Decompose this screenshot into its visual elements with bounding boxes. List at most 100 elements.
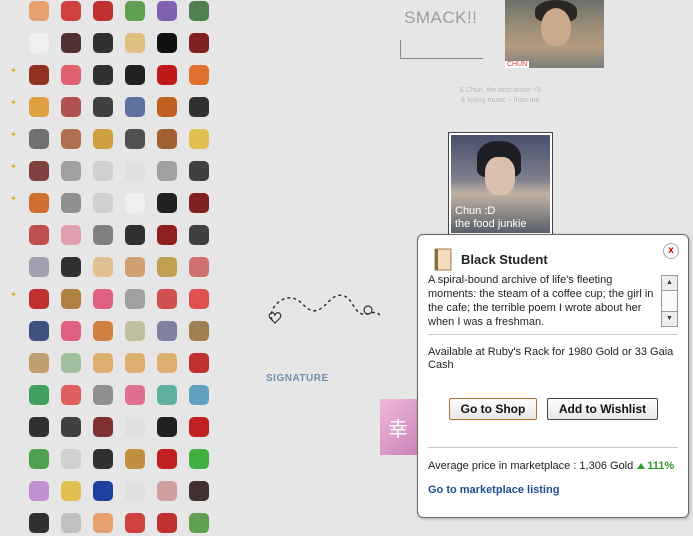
inventory-item[interactable] — [90, 62, 116, 88]
inventory-item[interactable] — [58, 30, 84, 56]
inventory-item[interactable] — [58, 446, 84, 472]
inventory-item[interactable] — [122, 318, 148, 344]
inventory-item[interactable] — [154, 510, 180, 536]
inventory-item[interactable] — [26, 158, 52, 184]
inventory-item[interactable] — [26, 318, 52, 344]
inventory-item[interactable] — [90, 286, 116, 312]
inventory-item[interactable] — [186, 254, 212, 280]
inventory-item[interactable] — [58, 222, 84, 248]
inventory-item[interactable] — [26, 286, 52, 312]
inventory-item[interactable] — [122, 510, 148, 536]
inventory-item[interactable] — [58, 286, 84, 312]
inventory-item[interactable] — [186, 478, 212, 504]
inventory-item[interactable] — [26, 382, 52, 408]
inventory-item[interactable] — [154, 318, 180, 344]
inventory-item[interactable] — [90, 446, 116, 472]
inventory-item[interactable] — [186, 222, 212, 248]
inventory-item[interactable] — [58, 382, 84, 408]
inventory-item[interactable] — [58, 414, 84, 440]
inventory-item[interactable] — [122, 254, 148, 280]
description-scrollbar[interactable]: ▲ ▼ — [661, 275, 678, 327]
inventory-item[interactable] — [122, 126, 148, 152]
inventory-item[interactable] — [122, 478, 148, 504]
inventory-item[interactable] — [186, 0, 212, 24]
marketplace-link[interactable]: Go to marketplace listing — [428, 484, 559, 496]
inventory-item[interactable] — [90, 510, 116, 536]
inventory-item[interactable] — [58, 478, 84, 504]
inventory-item[interactable] — [58, 318, 84, 344]
inventory-item[interactable] — [154, 414, 180, 440]
inventory-item[interactable] — [26, 222, 52, 248]
close-button[interactable]: x — [663, 243, 679, 259]
inventory-item[interactable] — [154, 126, 180, 152]
inventory-item[interactable] — [186, 94, 212, 120]
inventory-item[interactable] — [186, 350, 212, 376]
inventory-item[interactable] — [186, 286, 212, 312]
inventory-item[interactable] — [154, 446, 180, 472]
inventory-item[interactable] — [154, 254, 180, 280]
inventory-item[interactable] — [122, 30, 148, 56]
inventory-item[interactable] — [154, 158, 180, 184]
inventory-item[interactable] — [122, 222, 148, 248]
inventory-item[interactable] — [58, 0, 84, 24]
inventory-item[interactable] — [26, 30, 52, 56]
inventory-item[interactable] — [26, 0, 52, 24]
inventory-item[interactable] — [186, 126, 212, 152]
inventory-item[interactable] — [186, 190, 212, 216]
inventory-item[interactable] — [58, 350, 84, 376]
inventory-item[interactable] — [186, 62, 212, 88]
inventory-item[interactable] — [26, 62, 52, 88]
inventory-item[interactable] — [90, 126, 116, 152]
inventory-item[interactable] — [90, 414, 116, 440]
inventory-item[interactable] — [154, 94, 180, 120]
inventory-item[interactable] — [122, 94, 148, 120]
inventory-item[interactable] — [90, 382, 116, 408]
inventory-item[interactable] — [122, 414, 148, 440]
scroll-down-icon[interactable]: ▼ — [662, 311, 677, 326]
scroll-up-icon[interactable]: ▲ — [662, 276, 677, 291]
inventory-item[interactable] — [186, 382, 212, 408]
inventory-item[interactable] — [58, 126, 84, 152]
inventory-item[interactable] — [58, 62, 84, 88]
inventory-item[interactable] — [154, 350, 180, 376]
inventory-item[interactable] — [122, 0, 148, 24]
inventory-item[interactable] — [26, 446, 52, 472]
inventory-item[interactable] — [58, 158, 84, 184]
inventory-item[interactable] — [90, 318, 116, 344]
inventory-item[interactable] — [26, 350, 52, 376]
inventory-item[interactable] — [122, 446, 148, 472]
inventory-item[interactable] — [122, 382, 148, 408]
inventory-item[interactable] — [90, 158, 116, 184]
inventory-item[interactable] — [122, 350, 148, 376]
inventory-item[interactable] — [90, 222, 116, 248]
inventory-item[interactable] — [58, 254, 84, 280]
inventory-item[interactable] — [26, 510, 52, 536]
inventory-item[interactable] — [154, 30, 180, 56]
inventory-item[interactable] — [90, 350, 116, 376]
inventory-item[interactable] — [58, 190, 84, 216]
inventory-item[interactable] — [26, 478, 52, 504]
inventory-item[interactable] — [90, 190, 116, 216]
inventory-item[interactable] — [154, 222, 180, 248]
inventory-item[interactable] — [26, 414, 52, 440]
inventory-item[interactable] — [186, 510, 212, 536]
inventory-item[interactable] — [122, 190, 148, 216]
inventory-item[interactable] — [186, 158, 212, 184]
inventory-item[interactable] — [186, 446, 212, 472]
inventory-item[interactable] — [186, 318, 212, 344]
inventory-item[interactable] — [90, 94, 116, 120]
inventory-item[interactable] — [186, 30, 212, 56]
inventory-item[interactable] — [26, 94, 52, 120]
inventory-item[interactable] — [122, 286, 148, 312]
add-to-wishlist-button[interactable]: Add to Wishlist — [547, 398, 658, 420]
inventory-item[interactable] — [58, 94, 84, 120]
inventory-item[interactable] — [186, 414, 212, 440]
inventory-item[interactable] — [26, 190, 52, 216]
inventory-item[interactable] — [90, 30, 116, 56]
inventory-item[interactable] — [26, 126, 52, 152]
inventory-item[interactable] — [154, 286, 180, 312]
inventory-item[interactable] — [154, 382, 180, 408]
inventory-item[interactable] — [90, 254, 116, 280]
inventory-item[interactable] — [58, 510, 84, 536]
inventory-item[interactable] — [154, 478, 180, 504]
